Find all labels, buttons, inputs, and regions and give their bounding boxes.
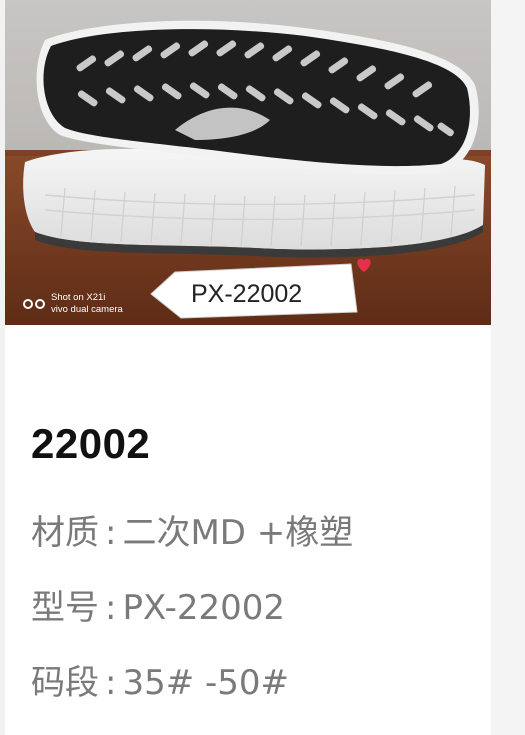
product-photo[interactable]: PX-22002 Shot on X21i vivo dual camera bbox=[5, 0, 491, 325]
spec-value: 二次MD +橡塑 bbox=[122, 513, 354, 553]
page-gutter bbox=[491, 0, 525, 735]
spec-material: 材质: 二次MD +橡塑 bbox=[31, 505, 353, 554]
spec-size-range: 码段:35# -50# bbox=[31, 655, 289, 704]
spec-key: 型号 bbox=[31, 588, 99, 628]
spec-separator: : bbox=[105, 513, 117, 553]
product-card[interactable]: PX-22002 Shot on X21i vivo dual camera 2… bbox=[5, 0, 491, 735]
watermark-line-2: vivo dual camera bbox=[51, 304, 123, 315]
photo-tag-text: PX-22002 bbox=[191, 280, 302, 308]
spec-model: 型号: PX-22002 bbox=[31, 580, 285, 629]
spec-value: PX-22002 bbox=[122, 588, 285, 628]
spec-key: 材质 bbox=[31, 513, 99, 553]
product-title: 22002 bbox=[31, 420, 151, 467]
spec-separator: : bbox=[105, 663, 117, 703]
camera-lens-icon bbox=[23, 299, 45, 309]
spec-key: 码段 bbox=[31, 663, 99, 703]
watermark-line-1: Shot on X21i bbox=[51, 292, 106, 303]
spec-separator: : bbox=[105, 588, 117, 628]
spec-value: 35# -50# bbox=[122, 663, 290, 703]
shoe-sole-image: PX-22002 bbox=[5, 0, 491, 325]
camera-watermark: Shot on X21i vivo dual camera bbox=[23, 292, 123, 316]
